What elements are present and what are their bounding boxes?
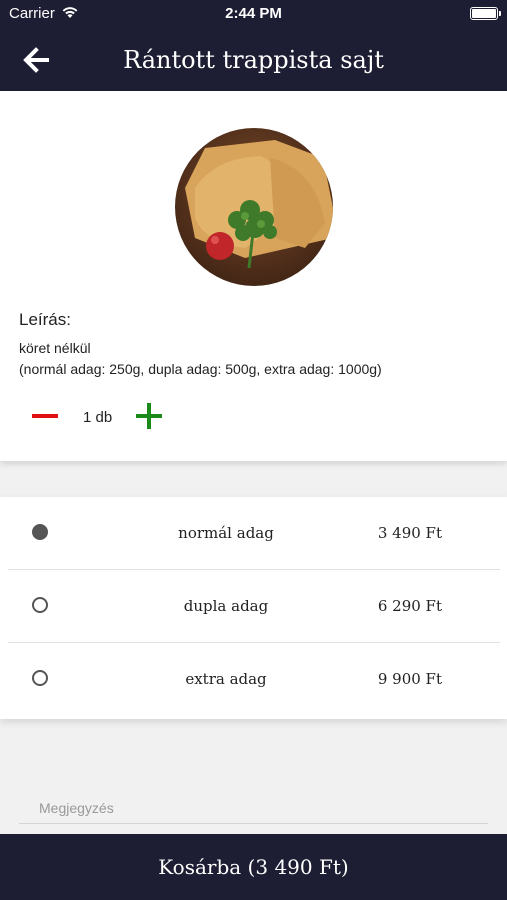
dish-photo	[175, 128, 333, 286]
option-price: 9 900 Ft	[377, 670, 442, 688]
portion-options: normál adag 3 490 Ft dupla adag 6 290 Ft…	[0, 497, 507, 719]
radio-selected-icon[interactable]	[32, 524, 48, 540]
description-label: Leírás:	[19, 310, 71, 329]
option-price: 6 290 Ft	[377, 597, 442, 615]
radio-unselected-icon[interactable]	[32, 597, 48, 613]
decrease-quantity-button[interactable]	[32, 403, 58, 429]
description-portions-text: (normál adag: 250g, dupla adag: 500g, ex…	[19, 361, 382, 377]
option-name: normál adag	[178, 524, 274, 542]
clock: 2:44 PM	[225, 5, 282, 22]
status-bar: Carrier 2:44 PM	[0, 0, 507, 28]
option-name: extra adag	[185, 670, 267, 688]
increase-quantity-button[interactable]	[136, 403, 162, 429]
radio-unselected-icon[interactable]	[32, 670, 48, 686]
add-to-cart-button[interactable]: Kosárba (3 490 Ft)	[0, 834, 507, 900]
option-row-double[interactable]: dupla adag 6 290 Ft	[0, 570, 507, 642]
quantity-value: 1 db	[83, 409, 113, 426]
page-title: Rántott trappista sajt	[123, 46, 384, 74]
option-name: dupla adag	[183, 597, 269, 615]
product-card: Leírás: köret nélkül (normál adag: 250g,…	[0, 91, 507, 461]
note-input[interactable]	[19, 778, 488, 824]
option-row-extra[interactable]: extra adag 9 900 Ft	[0, 643, 507, 715]
description-text: köret nélkül	[19, 340, 91, 356]
option-row-normal[interactable]: normál adag 3 490 Ft	[0, 497, 507, 569]
nav-bar: Rántott trappista sajt	[0, 28, 507, 91]
option-price: 3 490 Ft	[377, 524, 442, 542]
battery-icon	[470, 7, 501, 20]
